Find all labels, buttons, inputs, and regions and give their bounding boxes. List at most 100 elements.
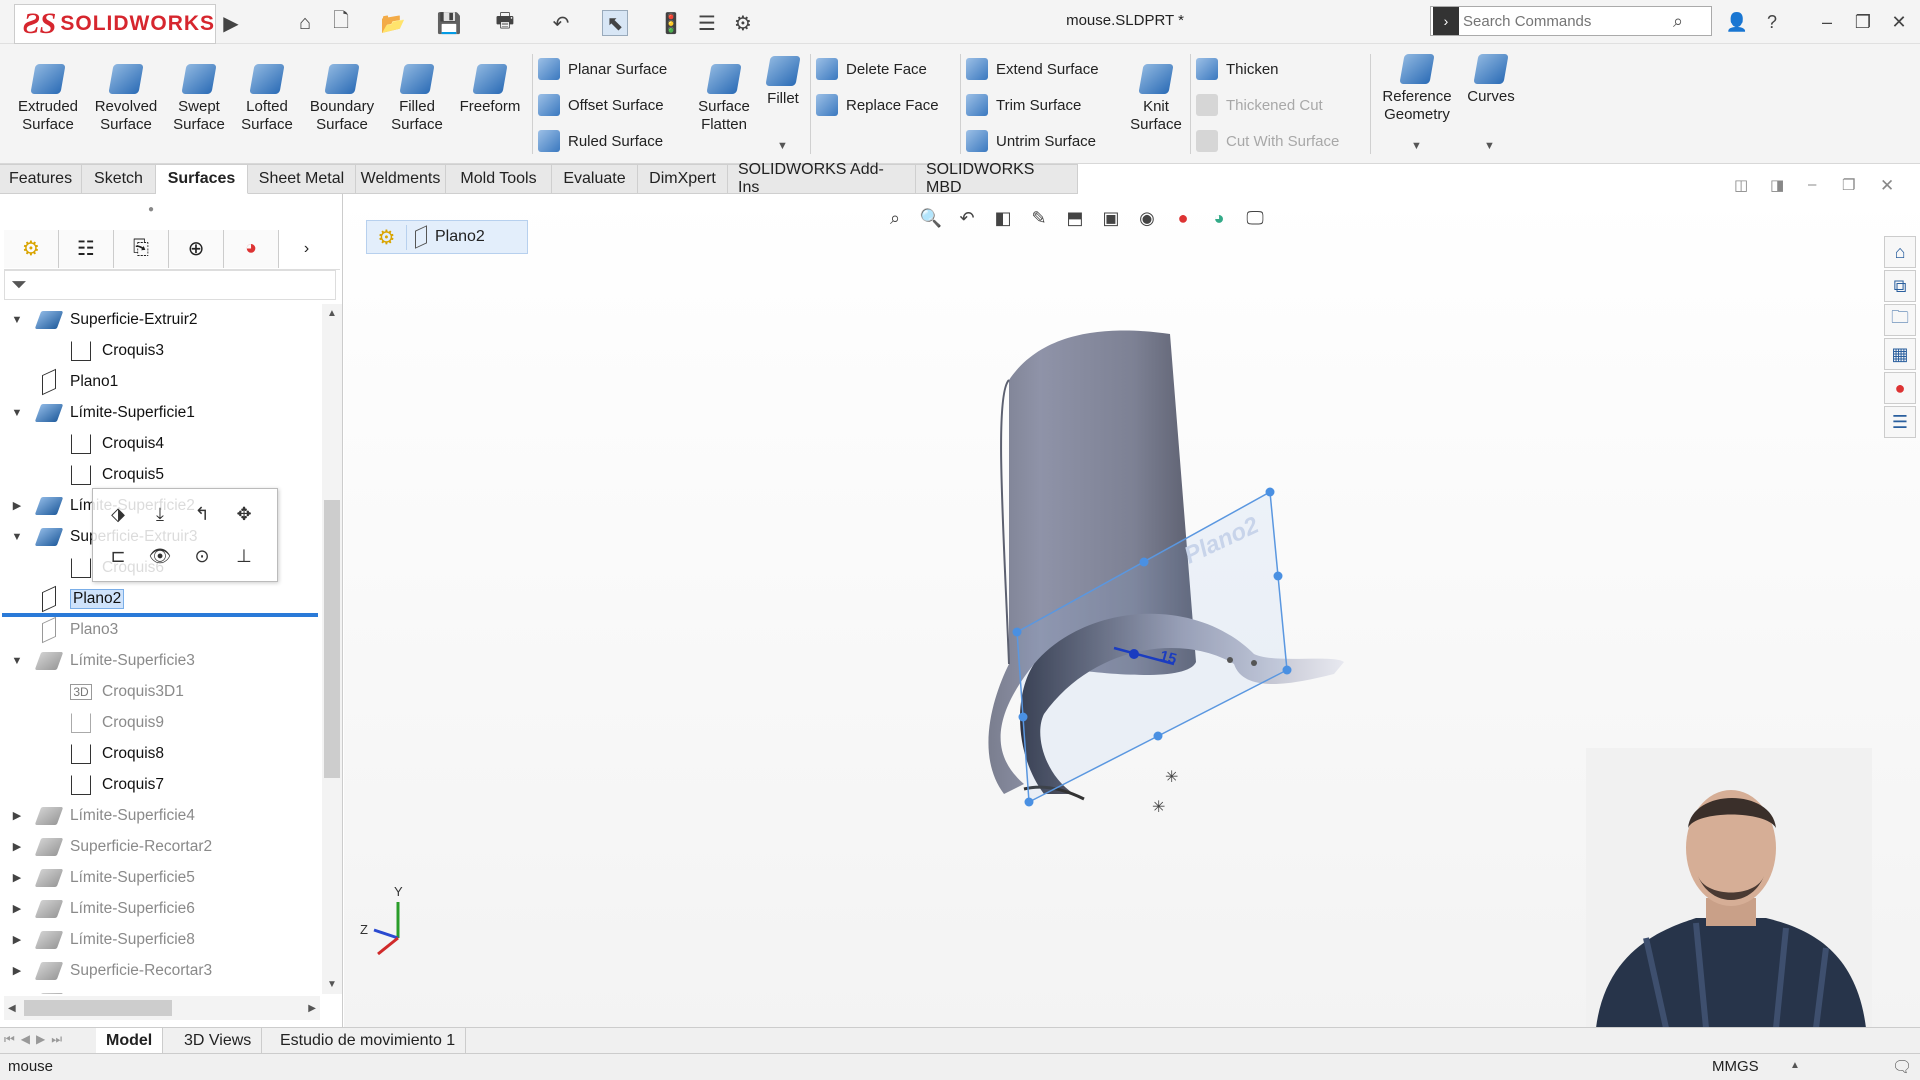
- scroll-down-icon[interactable]: ▼: [322, 979, 342, 990]
- coordinate-triad[interactable]: Y Z: [360, 884, 403, 956]
- normal-to-icon[interactable]: ⤓: [145, 499, 175, 529]
- trim-surface-button[interactable]: Trim Surface: [966, 90, 1081, 120]
- tree-item[interactable]: ▶Superficie-Recortar4: [0, 986, 320, 994]
- search-input[interactable]: [1463, 12, 1673, 30]
- tree-item[interactable]: 3D Croquis3D1: [0, 676, 320, 707]
- unit-dropdown-icon[interactable]: ▲: [1790, 1060, 1800, 1071]
- collapse-chevron-icon[interactable]: ▼: [10, 531, 24, 543]
- tab-surfaces[interactable]: Surfaces: [156, 164, 248, 194]
- scroll-right-icon[interactable]: ▶: [308, 1003, 316, 1014]
- tile-right-icon[interactable]: ◨: [1770, 176, 1784, 194]
- gear-icon[interactable]: ⚙: [730, 10, 756, 36]
- select-icon[interactable]: ⬉: [602, 10, 628, 36]
- search-commands-box[interactable]: › ⌕: [1430, 6, 1712, 36]
- tree-item[interactable]: Plano1: [0, 366, 320, 397]
- tab-solidworks-add-ins[interactable]: SOLIDWORKS Add-Ins: [728, 161, 916, 196]
- tree-item[interactable]: Croquis9: [0, 707, 320, 738]
- tree-item[interactable]: ▼ Superficie-Extruir2: [0, 304, 320, 335]
- help-icon[interactable]: ?: [1757, 8, 1787, 36]
- curves-dropdown-icon[interactable]: ▼: [1484, 140, 1495, 152]
- scroll-up-icon[interactable]: ▲: [322, 308, 342, 319]
- move-plane-icon[interactable]: ✥: [229, 499, 259, 529]
- home-icon[interactable]: ⌂: [292, 10, 318, 36]
- tree-item[interactable]: Plano3: [0, 614, 320, 645]
- extend-surface-button[interactable]: Extend Surface: [966, 54, 1099, 84]
- swept-surface-button[interactable]: Swept Surface: [166, 64, 232, 134]
- align-icon[interactable]: ⊥: [229, 541, 259, 571]
- expand-chevron-icon[interactable]: ▶: [10, 933, 24, 946]
- reference-geometry-button[interactable]: Reference Geometry: [1374, 54, 1460, 124]
- rebuild-icon[interactable]: 🚦: [658, 10, 684, 36]
- tree-item[interactable]: ▶ Límite-Superficie5: [0, 862, 320, 893]
- panel-more-icon[interactable]: ›: [279, 230, 334, 268]
- freeform-button[interactable]: Freeform: [452, 64, 528, 116]
- new-doc-icon[interactable]: 🗋: [328, 10, 354, 36]
- tree-item[interactable]: Croquis8: [0, 738, 320, 769]
- reference-geometry-dropdown-icon[interactable]: ▼: [1411, 140, 1422, 152]
- knit-surface-button[interactable]: Knit Surface: [1120, 64, 1192, 134]
- tree-item[interactable]: ▼ Límite-Superficie1: [0, 397, 320, 428]
- curves-button[interactable]: Curves: [1464, 54, 1518, 106]
- expand-chevron-icon[interactable]: ▶: [10, 871, 24, 884]
- property-manager-tab-icon[interactable]: ☷: [59, 229, 114, 268]
- ruled-surface-button[interactable]: Ruled Surface: [538, 126, 663, 156]
- restore-icon[interactable]: ❐: [1848, 8, 1878, 36]
- undo-icon[interactable]: ↶: [548, 10, 574, 36]
- tree-item[interactable]: Croquis7: [0, 769, 320, 800]
- close-icon[interactable]: ✕: [1884, 8, 1914, 36]
- extruded-surface-button[interactable]: Extruded Surface: [12, 64, 84, 134]
- notification-icon[interactable]: 🗨: [1892, 1057, 1912, 1077]
- sketch-icon[interactable]: ⊏: [103, 541, 133, 571]
- tab-features[interactable]: Features: [0, 164, 82, 194]
- filled-surface-button[interactable]: Filled Surface: [384, 64, 450, 134]
- planar-surface-button[interactable]: Planar Surface: [538, 54, 667, 84]
- fillet-button[interactable]: Fillet: [760, 56, 806, 108]
- user-icon[interactable]: 👤: [1722, 8, 1752, 36]
- panel-grip-icon[interactable]: ●: [148, 204, 154, 215]
- minimize-icon[interactable]: –: [1812, 8, 1842, 36]
- dimxpert-manager-tab-icon[interactable]: ⊕: [169, 229, 224, 268]
- tab-sheet-metal[interactable]: Sheet Metal: [248, 164, 356, 194]
- show-hide-icon[interactable]: 👁: [145, 541, 175, 571]
- collapse-chevron-icon[interactable]: ▼: [10, 655, 24, 667]
- scroll-left-icon[interactable]: ◀: [8, 1003, 16, 1014]
- expand-chevron-icon[interactable]: ▶: [10, 964, 24, 977]
- tree-item[interactable]: ▶ Límite-Superficie4: [0, 800, 320, 831]
- tree-horizontal-scrollbar-thumb[interactable]: [24, 1000, 172, 1016]
- tab-evaluate[interactable]: Evaluate: [552, 164, 638, 194]
- tab-mold-tools[interactable]: Mold Tools: [446, 164, 552, 194]
- replace-face-button[interactable]: Replace Face: [816, 90, 939, 120]
- tree-item[interactable]: Plano2: [0, 583, 320, 617]
- revolved-surface-button[interactable]: Revolved Surface: [90, 64, 162, 134]
- expand-chevron-icon[interactable]: ▶: [10, 499, 24, 512]
- tree-item[interactable]: Croquis3: [0, 335, 320, 366]
- rollback-icon[interactable]: ↰: [187, 499, 217, 529]
- tree-item[interactable]: ▼ Límite-Superficie3: [0, 645, 320, 676]
- tree-item[interactable]: ▶ Superficie-Recortar3: [0, 955, 320, 986]
- sketch-point[interactable]: [1227, 657, 1233, 663]
- viewport-restore-icon[interactable]: ❐: [1842, 176, 1855, 194]
- lofted-surface-button[interactable]: Lofted Surface: [234, 64, 300, 134]
- file-properties-icon[interactable]: ☰: [694, 10, 720, 36]
- tab-weldments[interactable]: Weldments: [356, 164, 446, 194]
- tree-item[interactable]: Croquis4: [0, 428, 320, 459]
- bottom-tab-estudio-de-movimiento-1[interactable]: Estudio de movimiento 1: [270, 1028, 467, 1054]
- boundary-surface-button[interactable]: Boundary Surface: [302, 64, 382, 134]
- search-icon[interactable]: ⌕: [1673, 11, 1683, 32]
- tile-left-icon[interactable]: ◫: [1734, 176, 1748, 194]
- filter-bar[interactable]: ⏷: [4, 270, 336, 300]
- unit-system[interactable]: MMGS: [1712, 1058, 1759, 1075]
- collapse-chevron-icon[interactable]: ▼: [10, 314, 24, 326]
- tree-item[interactable]: Croquis5: [0, 459, 320, 490]
- untrim-surface-button[interactable]: Untrim Surface: [966, 126, 1096, 156]
- delete-face-button[interactable]: Delete Face: [816, 54, 927, 84]
- tab-nav-icon[interactable]: ⏮◀▶⏭: [4, 1032, 68, 1047]
- filter-icon[interactable]: ⏷: [11, 274, 27, 297]
- tree-item[interactable]: ▶ Límite-Superficie6: [0, 893, 320, 924]
- sketch-point[interactable]: [1251, 660, 1257, 666]
- expand-chevron-icon[interactable]: ▶: [10, 902, 24, 915]
- feature-manager-tab-icon[interactable]: ⚙: [4, 229, 59, 268]
- tab-dimxpert[interactable]: DimXpert: [638, 164, 728, 194]
- tab-solidworks-mbd[interactable]: SOLIDWORKS MBD: [916, 161, 1078, 196]
- bottom-tab-model[interactable]: Model: [96, 1028, 164, 1054]
